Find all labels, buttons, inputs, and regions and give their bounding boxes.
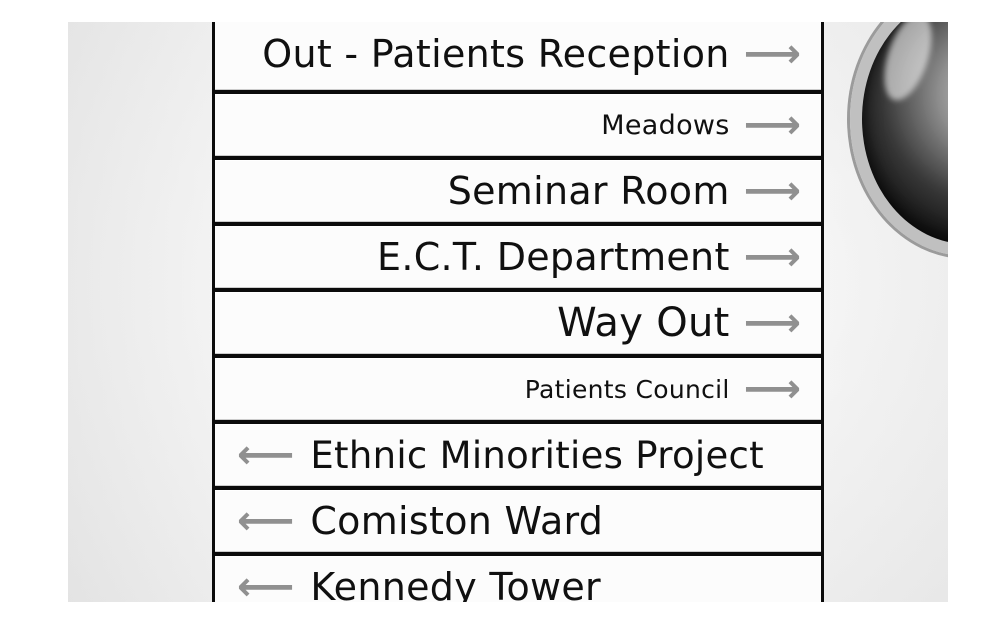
sign-label: Patients Council bbox=[524, 374, 730, 404]
sign-label: E.C.T. Department bbox=[377, 235, 730, 279]
sign-panel-kennedy-tower: ⟵ Kennedy Tower bbox=[215, 556, 821, 602]
sign-panel-comiston-ward: ⟵ Comiston Ward bbox=[215, 490, 821, 552]
right-arrow-icon: ⟶ bbox=[743, 168, 801, 214]
sign-label: Seminar Room bbox=[447, 169, 730, 213]
right-arrow-icon: ⟶ bbox=[743, 234, 801, 280]
sign-label: Out - Patients Reception bbox=[262, 32, 730, 76]
sign-label: Ethnic Minorities Project bbox=[310, 433, 764, 477]
sign-panel-out-patients-reception: Out - Patients Reception ⟶ bbox=[215, 22, 821, 90]
sign-panel-seminar-room: Seminar Room ⟶ bbox=[215, 160, 821, 222]
left-arrow-icon: ⟵ bbox=[237, 498, 295, 544]
sign-panel-ethnic-minorities-project: ⟵ Ethnic Minorities Project bbox=[215, 424, 821, 486]
left-arrow-icon: ⟵ bbox=[237, 432, 295, 478]
sign-label: Way Out bbox=[557, 300, 730, 346]
photo: Out - Patients Reception ⟶ Meadows ⟶ Sem… bbox=[68, 22, 948, 602]
sign-panel-meadows: Meadows ⟶ bbox=[215, 94, 821, 156]
sign-label: Comiston Ward bbox=[310, 499, 604, 543]
right-arrow-icon: ⟶ bbox=[743, 31, 801, 77]
sign-panel-way-out: Way Out ⟶ bbox=[215, 292, 821, 354]
left-arrow-icon: ⟵ bbox=[237, 564, 295, 602]
right-arrow-icon: ⟶ bbox=[743, 102, 801, 148]
sign-panel-ect-department: E.C.T. Department ⟶ bbox=[215, 226, 821, 288]
right-arrow-icon: ⟶ bbox=[743, 300, 801, 346]
sign-panel-patients-council: Patients Council ⟶ bbox=[215, 358, 821, 420]
directional-sign: Out - Patients Reception ⟶ Meadows ⟶ Sem… bbox=[212, 22, 824, 602]
right-arrow-icon: ⟶ bbox=[743, 366, 801, 412]
sign-label: Kennedy Tower bbox=[310, 565, 601, 602]
sign-label: Meadows bbox=[601, 109, 730, 141]
